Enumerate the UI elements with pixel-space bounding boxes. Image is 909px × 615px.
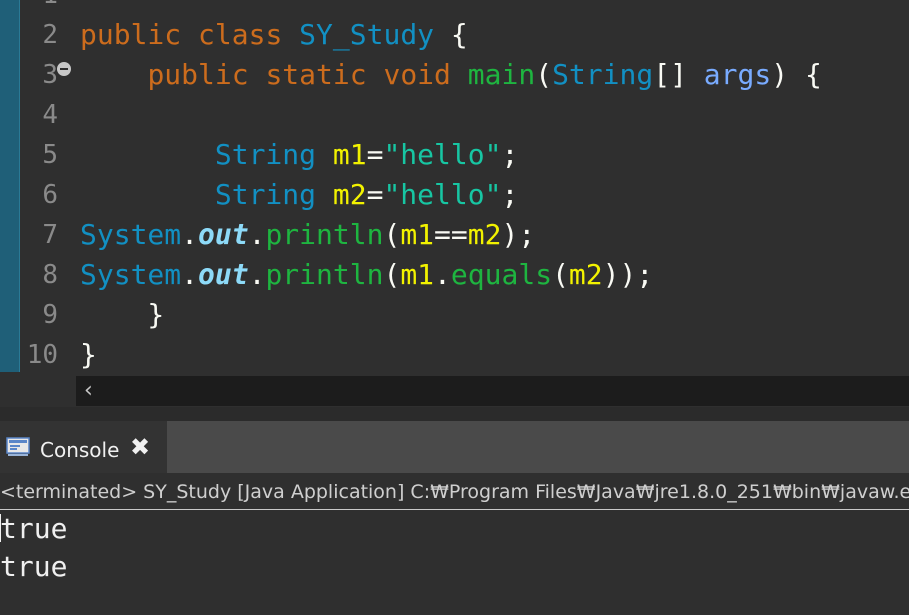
- code-token: m2: [467, 218, 502, 251]
- code-token: void: [383, 58, 451, 91]
- output-line: true: [0, 512, 68, 545]
- code-token: ==: [434, 218, 468, 251]
- code-token: .: [181, 258, 199, 291]
- panel-divider[interactable]: [0, 407, 909, 421]
- line-number: 3: [42, 60, 58, 90]
- code-token: .: [181, 218, 199, 251]
- line-number: 8: [42, 260, 58, 290]
- collapse-fold-icon[interactable]: [57, 62, 71, 76]
- code-token: =: [366, 178, 384, 211]
- code-token: m1: [400, 258, 435, 291]
- code-token: .: [248, 258, 266, 291]
- code-token: System: [80, 258, 182, 291]
- code-token: String: [214, 178, 317, 211]
- code-line[interactable]: }: [80, 335, 97, 375]
- tab-console[interactable]: Console ✖: [0, 421, 167, 473]
- line-number: 10: [26, 340, 58, 370]
- code-token: m2: [568, 258, 603, 291]
- code-token: args: [703, 58, 772, 91]
- code-token: []: [653, 58, 704, 91]
- output-line: true: [0, 550, 68, 583]
- code-token: SY_Study: [299, 18, 435, 51]
- code-token: out: [198, 218, 249, 251]
- code-token: System: [80, 218, 182, 251]
- code-token: .: [434, 258, 451, 291]
- code-token: public: [80, 18, 182, 51]
- code-token: println: [265, 258, 384, 291]
- code-token: =: [366, 138, 384, 171]
- line-number: 7: [42, 220, 58, 250]
- code-token: String: [214, 138, 317, 171]
- text-caret: [0, 514, 1, 542]
- code-token: m1: [400, 218, 435, 251]
- code-token: "hello": [383, 178, 502, 211]
- code-token: class: [198, 18, 283, 51]
- code-token: ) {: [771, 58, 822, 91]
- code-token: ));: [602, 258, 654, 291]
- code-token: }: [80, 298, 165, 331]
- code-token: ;: [501, 178, 519, 211]
- horizontal-scrollbar[interactable]: ‹: [76, 376, 909, 406]
- code-token: out: [198, 258, 249, 291]
- code-line[interactable]: String m1="hello";: [80, 135, 518, 175]
- code-token: (: [552, 258, 569, 291]
- code-token: equals: [450, 258, 553, 291]
- code-token: m2: [332, 178, 367, 211]
- line-number: 2: [42, 20, 58, 50]
- code-line[interactable]: public static void main(String[] args) {: [80, 55, 822, 95]
- code-line[interactable]: public class SY_Study {: [80, 15, 468, 55]
- change-marker-bar: [0, 0, 20, 372]
- code-line[interactable]: System.out.println(m1.equals(m2));: [80, 255, 653, 295]
- code-line[interactable]: }: [80, 295, 164, 335]
- code-token: {: [434, 18, 468, 51]
- line-number: 9: [42, 300, 58, 330]
- code-token: println: [265, 218, 384, 251]
- code-line[interactable]: System.out.println(m1==m2);: [80, 215, 535, 255]
- code-token: public: [147, 58, 249, 91]
- code-editor[interactable]: public class SY_Study { public static vo…: [0, 0, 909, 407]
- console-output[interactable]: true true: [0, 510, 909, 615]
- line-number: 6: [42, 180, 58, 210]
- code-token: ;: [501, 138, 519, 171]
- code-token: (: [383, 258, 401, 291]
- line-number: 4: [42, 100, 58, 130]
- code-token: .: [248, 218, 266, 251]
- code-line[interactable]: String m2="hello";: [80, 175, 518, 215]
- code-token: (: [535, 58, 553, 91]
- close-icon[interactable]: ✖: [130, 435, 150, 459]
- console-view-header: Console ✖: [0, 421, 909, 473]
- code-token: );: [501, 218, 536, 251]
- code-token: }: [80, 338, 97, 371]
- line-number: 5: [42, 140, 58, 170]
- line-number: 1: [20, 0, 58, 15]
- console-icon: [6, 437, 30, 456]
- code-token: main: [467, 58, 536, 91]
- code-token: m1: [332, 138, 367, 171]
- console-status-bar: <terminated> SY_Study [Java Application]…: [0, 473, 909, 510]
- code-token: String: [552, 58, 654, 91]
- process-status-text: <terminated> SY_Study [Java Application]…: [0, 481, 909, 503]
- code-token: (: [383, 218, 401, 251]
- scroll-left-icon[interactable]: ‹: [84, 376, 93, 406]
- console-tab-label: Console: [40, 438, 120, 462]
- code-token: "hello": [383, 138, 502, 171]
- code-token: static: [265, 58, 367, 91]
